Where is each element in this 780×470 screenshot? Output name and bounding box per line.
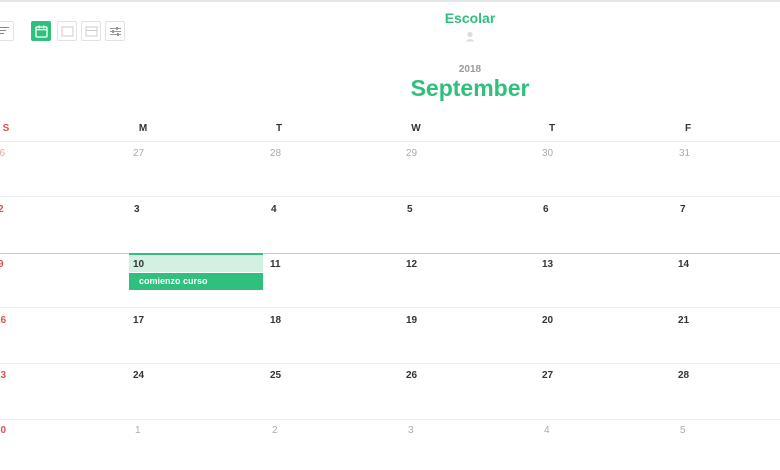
day-cell[interactable]: 3 xyxy=(134,204,140,215)
day-cell[interactable]: 30 xyxy=(542,148,553,159)
week-divider xyxy=(0,196,780,197)
day-cell[interactable]: 3 xyxy=(408,425,414,436)
day-cell[interactable]: 7 xyxy=(680,204,686,215)
day-cell[interactable]: 16 xyxy=(0,315,6,326)
weekday-header-tue: T xyxy=(275,123,283,134)
day-cell[interactable]: 27 xyxy=(542,370,553,381)
day-cell[interactable]: 9 xyxy=(0,259,4,270)
day-cell[interactable]: 29 xyxy=(406,148,417,159)
day-cell-today[interactable]: 10 xyxy=(133,259,144,270)
calendar-icon xyxy=(35,25,48,38)
week-divider xyxy=(0,307,780,308)
day-cell[interactable]: 14 xyxy=(678,259,689,270)
day-view-icon xyxy=(85,26,98,37)
day-cell[interactable]: 28 xyxy=(678,370,689,381)
day-cell[interactable]: 4 xyxy=(544,425,550,436)
day-cell[interactable]: 12 xyxy=(406,259,417,270)
day-cell[interactable]: 11 xyxy=(270,259,281,270)
today-cell[interactable] xyxy=(129,253,263,272)
month-title: September xyxy=(410,75,530,101)
day-cell[interactable]: 30 xyxy=(0,425,6,436)
weekday-header-sun: S xyxy=(2,123,10,134)
top-border xyxy=(0,0,780,2)
day-cell[interactable]: 26 xyxy=(0,148,5,159)
day-cell[interactable]: 17 xyxy=(133,315,144,326)
day-cell[interactable]: 4 xyxy=(271,204,277,215)
day-cell[interactable]: 5 xyxy=(407,204,413,215)
week-view-icon xyxy=(61,26,74,37)
weekday-header-fri: F xyxy=(684,123,692,134)
day-cell[interactable]: 24 xyxy=(133,370,144,381)
week-divider-current xyxy=(0,253,780,254)
day-cell[interactable]: 6 xyxy=(543,204,549,215)
day-cell[interactable]: 23 xyxy=(0,370,6,381)
calendar-name[interactable]: Escolar xyxy=(0,10,780,26)
day-cell[interactable]: 2 xyxy=(0,204,4,215)
day-cell[interactable]: 21 xyxy=(678,315,689,326)
day-cell[interactable]: 1 xyxy=(135,425,141,436)
year-label: 2018 xyxy=(458,64,482,75)
day-cell[interactable]: 2 xyxy=(272,425,278,436)
menu-icon xyxy=(0,27,9,34)
settings-sliders-icon xyxy=(110,27,121,36)
weekday-header-wed: W xyxy=(411,123,421,134)
day-cell[interactable]: 31 xyxy=(679,148,690,159)
day-cell[interactable]: 5 xyxy=(680,425,686,436)
day-cell[interactable]: 20 xyxy=(542,315,553,326)
weekday-header-thu: T xyxy=(548,123,556,134)
day-cell[interactable]: 26 xyxy=(406,370,417,381)
day-cell[interactable]: 13 xyxy=(542,259,553,270)
day-cell[interactable]: 19 xyxy=(406,315,417,326)
weekday-header-mon: M xyxy=(138,123,148,134)
week-divider xyxy=(0,141,780,142)
day-cell[interactable]: 27 xyxy=(133,148,144,159)
week-divider xyxy=(0,363,780,364)
event-comienzo-curso[interactable]: comienzo curso xyxy=(129,273,263,290)
day-cell[interactable]: 18 xyxy=(270,315,281,326)
user-icon[interactable] xyxy=(465,31,475,42)
week-divider xyxy=(0,419,780,420)
day-cell[interactable]: 28 xyxy=(270,148,281,159)
day-cell[interactable]: 25 xyxy=(270,370,281,381)
